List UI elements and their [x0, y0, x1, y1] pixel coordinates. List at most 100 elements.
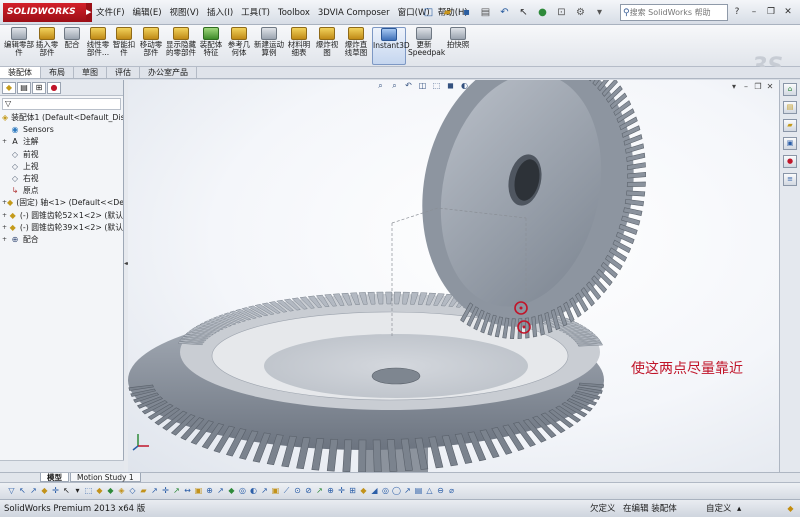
tab-office-products[interactable]: 办公室产品: [140, 67, 197, 78]
filter-axes-icon[interactable]: ↗: [149, 483, 160, 498]
insert-component-button[interactable]: 插入零部件: [35, 27, 59, 65]
tree-node-top-plane[interactable]: ◇ 上视: [2, 161, 123, 173]
filter-welds-icon[interactable]: ⊕: [204, 483, 215, 498]
tree-filter[interactable]: ▽: [2, 98, 121, 110]
select-icon[interactable]: ↖: [515, 4, 532, 21]
filter-cosmetic-icon[interactable]: ⊘: [303, 483, 314, 498]
filter-dimensions-icon[interactable]: ↔: [182, 483, 193, 498]
expand-icon[interactable]: +: [2, 222, 9, 234]
update-speedpak-button[interactable]: 更新Speedpak: [408, 27, 445, 65]
filter-tables-icon[interactable]: ▤: [413, 483, 424, 498]
filter-notes-icon[interactable]: ▣: [193, 483, 204, 498]
mate-button[interactable]: 配合: [60, 27, 84, 65]
pointer-dropdown-icon[interactable]: ▾: [72, 483, 83, 498]
tab-sketch[interactable]: 草图: [74, 67, 107, 78]
save-icon[interactable]: ▪: [458, 4, 475, 21]
box-select-icon[interactable]: ⬚: [83, 483, 94, 498]
filter-revision-icon[interactable]: △: [424, 483, 435, 498]
view-palette-icon[interactable]: ▣: [783, 137, 797, 150]
tree-node-shaft[interactable]: + ◆ (固定) 轴<1> (Default<<De: [2, 197, 123, 209]
toolbar-dropdown-icon[interactable]: ▾: [591, 4, 608, 21]
tree-node-right-plane[interactable]: ◇ 右视: [2, 173, 123, 185]
tree-node-annotations[interactable]: + A 注解: [2, 136, 123, 148]
help-search-input[interactable]: [629, 8, 716, 17]
design-library-icon[interactable]: ▤: [783, 101, 797, 114]
undo-icon[interactable]: ↶: [496, 4, 513, 21]
linear-pattern-button[interactable]: 线性零部件...: [85, 27, 111, 65]
print-icon[interactable]: ▤: [477, 4, 494, 21]
tree-node-front-plane[interactable]: ◇ 前视: [2, 149, 123, 161]
filter-curves-icon[interactable]: ↗: [215, 483, 226, 498]
filter-toolbar-icon[interactable]: ▽: [6, 483, 17, 498]
tree-node-mates[interactable]: + ⊕ 配合: [2, 234, 123, 246]
filter-points-icon[interactable]: ✛: [160, 483, 171, 498]
tab-assembly[interactable]: 装配体: [0, 67, 41, 78]
filter-parts-icon[interactable]: ◆: [94, 483, 105, 498]
filter-gtol-icon[interactable]: ⊞: [347, 483, 358, 498]
filter-connection-icon[interactable]: ✛: [336, 483, 347, 498]
tree-node-sensors[interactable]: ◉ Sensors: [2, 124, 123, 136]
gear-model-view[interactable]: [128, 80, 779, 472]
menu-insert[interactable]: 插入(I): [203, 5, 237, 21]
filter-bodies-icon[interactable]: ▰: [138, 483, 149, 498]
explode-line-sketch-button[interactable]: 爆炸直线草图: [342, 27, 370, 65]
filter-surfaces-icon[interactable]: ◆: [226, 483, 237, 498]
help-icon[interactable]: ?: [730, 4, 744, 21]
bill-of-materials-button[interactable]: 材料明细表: [286, 27, 312, 65]
tab-evaluate[interactable]: 评估: [107, 67, 140, 78]
units-dropdown-icon[interactable]: ▴: [737, 503, 741, 515]
menu-file[interactable]: 文件(F): [92, 5, 129, 21]
property-manager-tab-icon[interactable]: ▤: [17, 82, 31, 94]
tree-node-bevel-gear-52[interactable]: + ◆ (-) 圆锥齿轮52×1<2> (默认: [2, 210, 123, 222]
smart-fasteners-button[interactable]: 智能扣件: [112, 27, 136, 65]
exploded-view-button[interactable]: 爆炸视图: [314, 27, 340, 65]
file-explorer-icon[interactable]: ▰: [783, 119, 797, 132]
move-component-button[interactable]: 移动零部件: [138, 27, 164, 65]
filter-stacked-icon[interactable]: ↗: [402, 483, 413, 498]
filter-centerline-icon[interactable]: ⟋: [281, 483, 292, 498]
tree-node-bevel-gear-39[interactable]: + ◆ (-) 圆锥齿轮39×1<2> (默认: [2, 222, 123, 234]
new-document-icon[interactable]: □: [420, 4, 437, 21]
expand-icon[interactable]: +: [2, 136, 10, 148]
filter-planes-icon[interactable]: ◇: [127, 483, 138, 498]
filter-cthread-icon[interactable]: ⌀: [446, 483, 457, 498]
filter-mates-icon[interactable]: ⊕: [325, 483, 336, 498]
units-selector[interactable]: 自定义: [706, 503, 732, 515]
edit-component-button[interactable]: 编辑零部件: [4, 27, 34, 65]
filter-sketch-icon[interactable]: ↗: [171, 483, 182, 498]
pointer-icon[interactable]: ↖: [61, 483, 72, 498]
menu-3dvia[interactable]: 3DVIA Composer: [314, 5, 394, 21]
select-vertices-icon[interactable]: ✛: [50, 483, 61, 498]
filter-holes-icon[interactable]: ⊙: [292, 483, 303, 498]
filter-routing-icon[interactable]: ↗: [314, 483, 325, 498]
configuration-manager-tab-icon[interactable]: ⊞: [32, 82, 46, 94]
filter-blocks-icon[interactable]: ▣: [270, 483, 281, 498]
menu-view[interactable]: 视图(V): [166, 5, 203, 21]
tab-motion-study[interactable]: Motion Study 1: [70, 473, 141, 482]
filter-components-icon[interactable]: ◈: [116, 483, 127, 498]
show-hidden-components-button[interactable]: 显示隐藏的零部件: [166, 27, 196, 65]
tab-model[interactable]: 模型: [40, 473, 69, 482]
appearances-scenes-icon[interactable]: ●: [783, 155, 797, 168]
take-snapshot-button[interactable]: 拍快照: [444, 27, 472, 65]
menu-edit[interactable]: 编辑(E): [129, 5, 166, 21]
menu-tools[interactable]: 工具(T): [237, 5, 274, 21]
assembly-features-button[interactable]: 装配体特征: [198, 27, 224, 65]
new-motion-study-button[interactable]: 新建运动算例: [254, 27, 284, 65]
solidworks-logo[interactable]: SOLIDWORKS: [3, 3, 86, 22]
custom-properties-icon[interactable]: ≡: [783, 173, 797, 186]
display-manager-tab-icon[interactable]: ●: [47, 82, 61, 94]
open-folder-icon[interactable]: ▰: [439, 4, 456, 21]
menu-toolbox[interactable]: Toolbox: [274, 5, 314, 21]
filter-surface-finish-icon[interactable]: ◆: [358, 483, 369, 498]
tab-layout[interactable]: 布局: [41, 67, 74, 78]
quick-tips-icon[interactable]: ◆: [785, 503, 796, 514]
rebuild-icon[interactable]: ⊡: [553, 4, 570, 21]
filter-loops-icon[interactable]: ◎: [237, 483, 248, 498]
filter-silhouette-icon[interactable]: ◐: [248, 483, 259, 498]
select-filter-icon[interactable]: ↖: [17, 483, 28, 498]
graphics-area[interactable]: ⌕ ⌕ ↶ ◫ ⬚ ◼ ◐ ● ◒ ▣ ▾ – ❐ ✕: [128, 80, 779, 472]
expand-icon[interactable]: +: [2, 234, 10, 246]
select-edges-icon[interactable]: ↗: [28, 483, 39, 498]
filter-features-icon[interactable]: ◆: [105, 483, 116, 498]
